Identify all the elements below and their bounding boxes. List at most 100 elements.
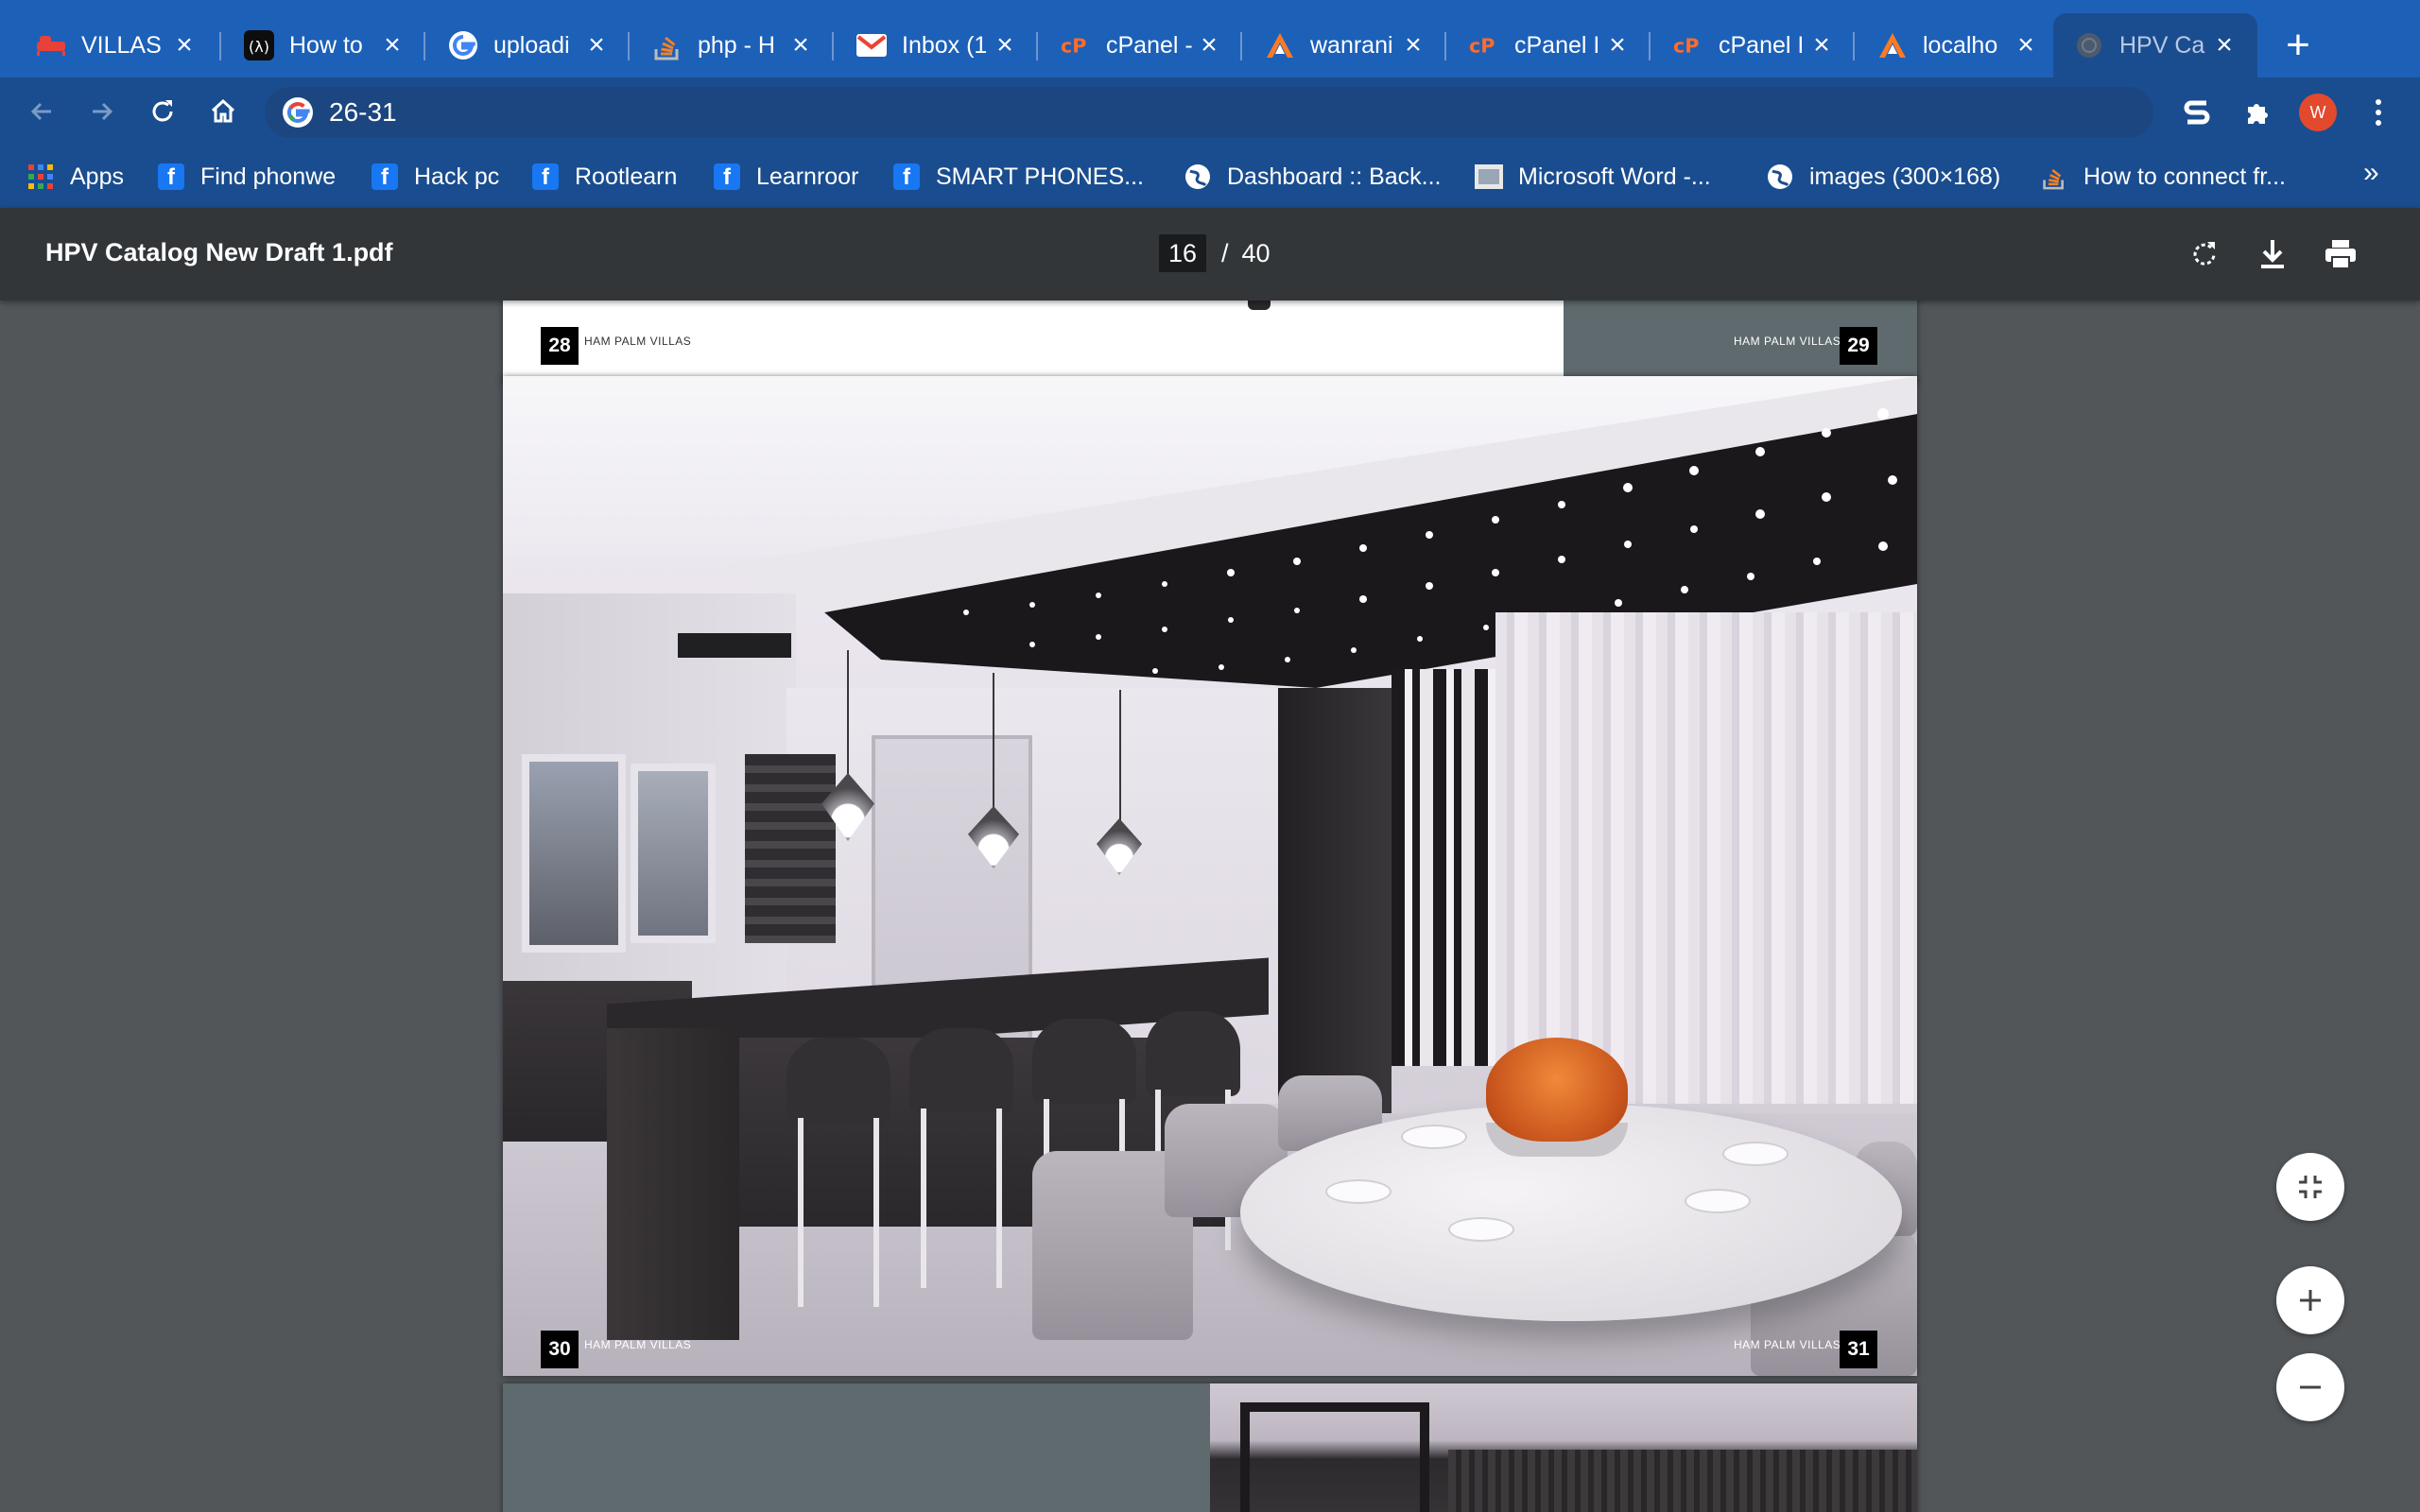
bed-icon bbox=[36, 30, 66, 60]
bookmark-label: Apps bbox=[70, 163, 124, 190]
pendant-wire bbox=[1119, 690, 1121, 822]
arrow-left-icon bbox=[30, 102, 51, 121]
close-icon[interactable]: × bbox=[170, 31, 199, 60]
tab-divider bbox=[219, 32, 221, 60]
tab-divider bbox=[1649, 32, 1651, 60]
forward-button[interactable] bbox=[81, 91, 123, 132]
pdf-page-32-33 bbox=[503, 1383, 1917, 1512]
close-icon[interactable]: × bbox=[1807, 31, 1836, 60]
close-icon[interactable]: × bbox=[2012, 31, 2040, 60]
tab-divider bbox=[1444, 32, 1446, 60]
bookmark-learnroor[interactable]: f Learnroor bbox=[713, 157, 858, 197]
close-icon[interactable]: × bbox=[1399, 31, 1427, 60]
bookmark-smart-phones[interactable]: f SMART PHONES... bbox=[892, 157, 1144, 197]
svg-text:cP: cP bbox=[1061, 35, 1086, 57]
close-icon[interactable]: × bbox=[1195, 31, 1223, 60]
bookmark-find-phonwe[interactable]: f Find phonwe bbox=[157, 157, 336, 197]
back-button[interactable] bbox=[21, 91, 62, 132]
bookmark-dashboard[interactable]: Dashboard :: Back... bbox=[1184, 157, 1442, 197]
gmail-icon bbox=[856, 30, 887, 60]
extensions-button[interactable] bbox=[2238, 94, 2276, 131]
globe-icon bbox=[1184, 163, 1212, 191]
tab-villas[interactable]: VILLAS × bbox=[15, 13, 217, 77]
bookmark-microsoft-word[interactable]: Microsoft Word -... bbox=[1475, 157, 1711, 197]
rotate-icon bbox=[2193, 242, 2216, 266]
page-number-31: 31 bbox=[1840, 1331, 1877, 1368]
cpanel-icon: cP bbox=[1673, 30, 1703, 60]
page-separator: / bbox=[1221, 238, 1229, 267]
menu-button[interactable] bbox=[2360, 94, 2397, 131]
google-icon bbox=[448, 30, 478, 60]
home-button[interactable] bbox=[202, 91, 244, 132]
zoom-in-button[interactable] bbox=[2276, 1266, 2344, 1334]
extension-s-button[interactable] bbox=[2178, 94, 2216, 131]
page-number-28: 28 bbox=[541, 327, 579, 365]
tab-cpanel-1[interactable]: cP cPanel - × bbox=[1040, 13, 1242, 77]
tab-cpanel-2[interactable]: cP cPanel I × bbox=[1448, 13, 1651, 77]
bookmark-hack-pc[interactable]: f Hack pc bbox=[371, 157, 499, 197]
tab-php[interactable]: php - H × bbox=[631, 13, 834, 77]
flower-arrangement bbox=[1486, 1038, 1628, 1142]
apps-grid-icon bbox=[26, 163, 55, 191]
rotate-button[interactable] bbox=[2186, 235, 2223, 273]
download-icon bbox=[2261, 240, 2284, 268]
reload-button[interactable] bbox=[142, 91, 183, 132]
stool-leg bbox=[873, 1118, 879, 1307]
page-caption: HAM PALM VILLAS bbox=[1734, 1338, 1841, 1351]
fit-to-page-button[interactable] bbox=[2276, 1153, 2344, 1221]
plate bbox=[1401, 1125, 1467, 1149]
tab-title: localho bbox=[1923, 31, 1998, 59]
tab-cpanel-3[interactable]: cP cPanel I × bbox=[1652, 13, 1855, 77]
page-number-30: 30 bbox=[541, 1331, 579, 1368]
close-icon[interactable]: × bbox=[991, 31, 1019, 60]
address-bar[interactable]: 26-31 bbox=[265, 87, 2153, 138]
pendant-wire bbox=[993, 673, 994, 813]
bar-stool bbox=[909, 1028, 1013, 1113]
tab-wanrani[interactable]: wanrani × bbox=[1244, 13, 1446, 77]
print-icon bbox=[2325, 240, 2356, 269]
new-tab-button[interactable]: + bbox=[2276, 25, 2320, 68]
bookmark-rootlearn[interactable]: f Rootlearn bbox=[531, 157, 677, 197]
avatar[interactable]: W bbox=[2299, 94, 2337, 131]
download-button[interactable] bbox=[2254, 235, 2291, 273]
tab-how-to[interactable]: (λ) How to × bbox=[223, 13, 425, 77]
bookmark-how-to-connect[interactable]: How to connect fr... bbox=[2040, 157, 2286, 197]
facebook-icon: f bbox=[531, 163, 560, 191]
zoom-out-button[interactable] bbox=[2276, 1353, 2344, 1421]
close-icon[interactable]: × bbox=[582, 31, 611, 60]
close-icon[interactable]: × bbox=[2210, 31, 2238, 60]
globe-icon bbox=[1766, 163, 1794, 191]
tab-title: wanrani bbox=[1310, 31, 1393, 59]
glass-cabinet bbox=[1240, 1402, 1429, 1512]
close-icon[interactable]: × bbox=[378, 31, 406, 60]
bookmark-images[interactable]: images (300×168) bbox=[1766, 157, 2000, 197]
tab-localhost[interactable]: localho × bbox=[1857, 13, 2059, 77]
pdf-toolbar: HPV Catalog New Draft 1.pdf 16 / 40 bbox=[0, 208, 2420, 301]
print-button[interactable] bbox=[2322, 235, 2360, 273]
close-icon[interactable]: × bbox=[1603, 31, 1632, 60]
page-number-input[interactable]: 16 bbox=[1159, 234, 1206, 272]
xampp-icon bbox=[1265, 30, 1295, 60]
tab-inbox[interactable]: Inbox (1 × bbox=[836, 13, 1038, 77]
cpanel-icon: cP bbox=[1469, 30, 1499, 60]
pdf-document-area[interactable]: 28 HAM PALM VILLAS HAM PALM VILLAS 29 30… bbox=[0, 301, 2420, 1512]
bar-stool bbox=[786, 1038, 890, 1123]
bookmarks-bar: Apps f Find phonwe f Hack pc f Rootlearn… bbox=[0, 146, 2420, 208]
page-indicator: 16 / 40 bbox=[1159, 234, 1270, 272]
browser-toolbar: 26-31 bbox=[0, 77, 2420, 146]
page-caption: HAM PALM VILLAS bbox=[584, 1338, 692, 1351]
bookmark-label: Hack pc bbox=[414, 163, 500, 190]
facebook-icon: f bbox=[157, 163, 185, 191]
bookmarks-overflow-button[interactable]: » bbox=[2363, 157, 2379, 189]
collapse-icon bbox=[2299, 1176, 2322, 1198]
bookmark-label: images (300×168) bbox=[1809, 163, 2001, 190]
url-text: 26-31 bbox=[329, 97, 397, 127]
document-icon bbox=[1475, 163, 1503, 191]
svg-text:(λ): (λ) bbox=[249, 38, 269, 56]
tab-uploading[interactable]: uploadi × bbox=[427, 13, 630, 77]
google-icon bbox=[283, 97, 313, 128]
curtains bbox=[1495, 612, 1917, 1104]
close-icon[interactable]: × bbox=[786, 31, 815, 60]
tab-hpv-catalog[interactable]: HPV Ca × bbox=[2053, 13, 2257, 77]
bookmark-apps[interactable]: Apps bbox=[26, 157, 124, 197]
